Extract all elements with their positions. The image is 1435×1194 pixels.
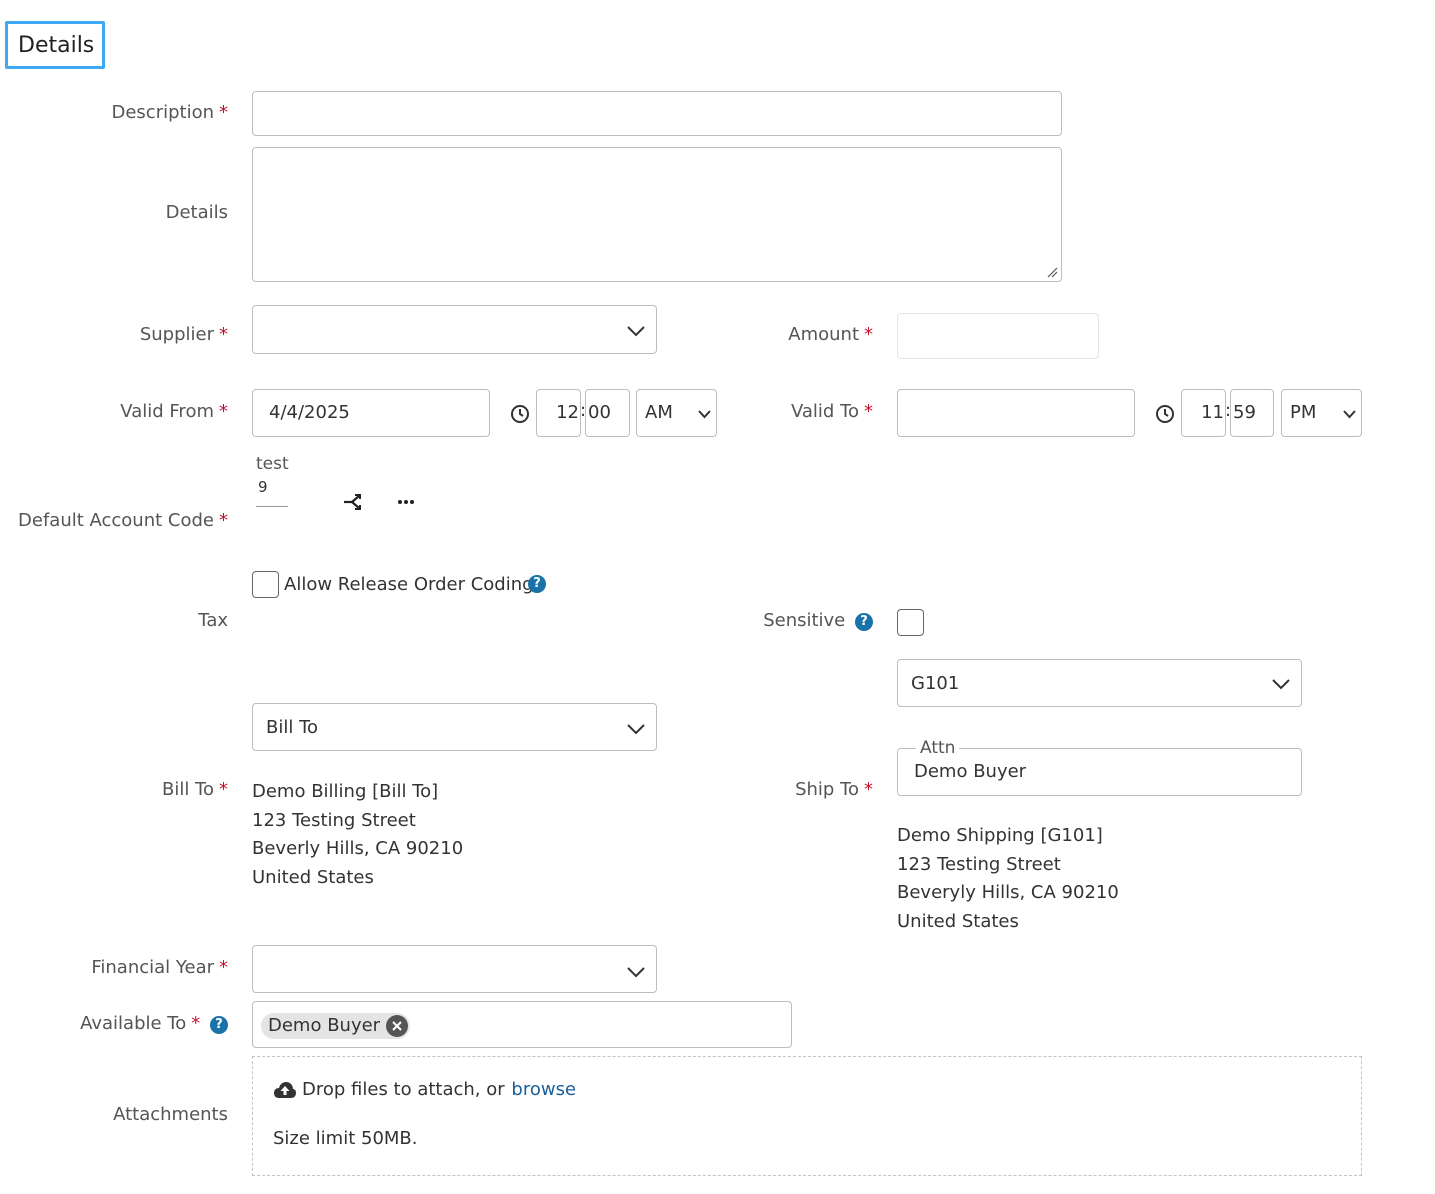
valid-from-ampm-value: AM	[645, 402, 673, 423]
supplier-label: Supplier *	[139, 324, 228, 345]
financial-year-select[interactable]	[252, 945, 657, 993]
amount-label: Amount *	[788, 324, 873, 345]
attn-label: Attn	[916, 738, 960, 758]
valid-from-date-input[interactable]: 4/4/2025	[252, 389, 490, 437]
supplier-select[interactable]	[252, 305, 657, 354]
attachments-size-limit: Size limit 50MB.	[273, 1128, 418, 1149]
split-icon[interactable]	[343, 493, 363, 511]
description-label: Description *	[111, 102, 228, 123]
valid-from-minute-input[interactable]: 00	[585, 389, 630, 437]
tax-label: Tax	[198, 610, 228, 631]
account-segment-value: 9	[258, 478, 268, 496]
valid-from-label: Valid From *	[120, 401, 228, 422]
ship-to-location-value: G101	[911, 673, 960, 694]
clock-icon	[511, 405, 529, 423]
help-icon[interactable]: ?	[855, 613, 873, 631]
valid-to-minute-input[interactable]: 59	[1230, 389, 1274, 437]
valid-from-minute-value: 00	[588, 402, 611, 423]
bill-to-select[interactable]: Bill To	[252, 703, 657, 751]
valid-from-hour-value: 12	[556, 402, 579, 423]
sensitive-checkbox[interactable]	[897, 609, 924, 636]
valid-to-ampm-value: PM	[1290, 402, 1317, 423]
default-account-code-label: Default Account Code *	[18, 510, 228, 531]
release-order-coding-label: Allow Release Order Coding	[284, 574, 534, 595]
valid-from-hour-input[interactable]: 12	[536, 389, 581, 437]
amount-input[interactable]	[897, 313, 1099, 359]
available-to-tag-label: Demo Buyer	[268, 1015, 381, 1036]
description-input[interactable]	[252, 91, 1062, 136]
ship-to-address: Demo Shipping [G101] 123 Testing Street …	[897, 825, 1119, 932]
details-label: Details	[165, 202, 228, 223]
attachments-label: Attachments	[113, 1104, 228, 1125]
bill-to-select-value: Bill To	[266, 717, 319, 738]
more-icon[interactable]	[397, 499, 415, 505]
chevron-down-icon	[698, 410, 711, 419]
chevron-down-icon	[1343, 410, 1356, 419]
valid-to-hour-value: 11	[1201, 402, 1224, 423]
attachments-dropzone[interactable]: Drop files to attach, or browse Size lim…	[252, 1056, 1362, 1176]
sensitive-label: Sensitive ?	[763, 610, 873, 631]
ship-to-label: Ship To *	[795, 779, 873, 800]
release-order-coding-checkbox[interactable]	[252, 571, 279, 598]
available-to-multiselect[interactable]: Demo Buyer	[252, 1001, 792, 1048]
cloud-upload-icon	[274, 1082, 296, 1098]
chevron-down-icon	[627, 724, 645, 735]
valid-from-date-value: 4/4/2025	[269, 402, 350, 423]
account-segment-name: test	[256, 454, 289, 474]
section-title: Details	[18, 33, 95, 58]
valid-to-hour-input[interactable]: 11	[1181, 389, 1226, 437]
available-to-tag: Demo Buyer	[261, 1013, 411, 1039]
chevron-down-icon	[627, 967, 645, 978]
attn-value: Demo Buyer	[914, 761, 1027, 782]
details-textarea[interactable]	[252, 147, 1062, 282]
financial-year-label: Financial Year *	[91, 957, 228, 978]
clock-icon	[1156, 405, 1174, 423]
bill-to-address: Demo Billing [Bill To] 123 Testing Stree…	[252, 781, 464, 888]
bill-to-label: Bill To *	[161, 779, 228, 800]
valid-from-ampm-select[interactable]: AM	[636, 389, 717, 437]
valid-to-label: Valid To *	[790, 401, 873, 422]
ship-to-location-select[interactable]: G101	[897, 659, 1302, 707]
valid-to-ampm-select[interactable]: PM	[1281, 389, 1362, 437]
chevron-down-icon	[1272, 679, 1290, 690]
close-icon[interactable]	[386, 1015, 409, 1037]
available-to-label: Available To * ?	[80, 1013, 228, 1034]
help-icon[interactable]: ?	[528, 575, 546, 593]
section-title-box[interactable]: Details	[5, 21, 105, 69]
valid-to-date-input[interactable]	[897, 389, 1135, 437]
attachments-drop-text: Drop files to attach, or browse	[302, 1079, 577, 1100]
valid-to-minute-value: 59	[1233, 402, 1256, 423]
resize-handle-icon[interactable]	[1046, 266, 1058, 278]
account-segment-input[interactable]: 9	[256, 477, 288, 507]
browse-link[interactable]: browse	[511, 1079, 576, 1100]
help-icon[interactable]: ?	[210, 1016, 228, 1034]
chevron-down-icon	[627, 326, 645, 337]
